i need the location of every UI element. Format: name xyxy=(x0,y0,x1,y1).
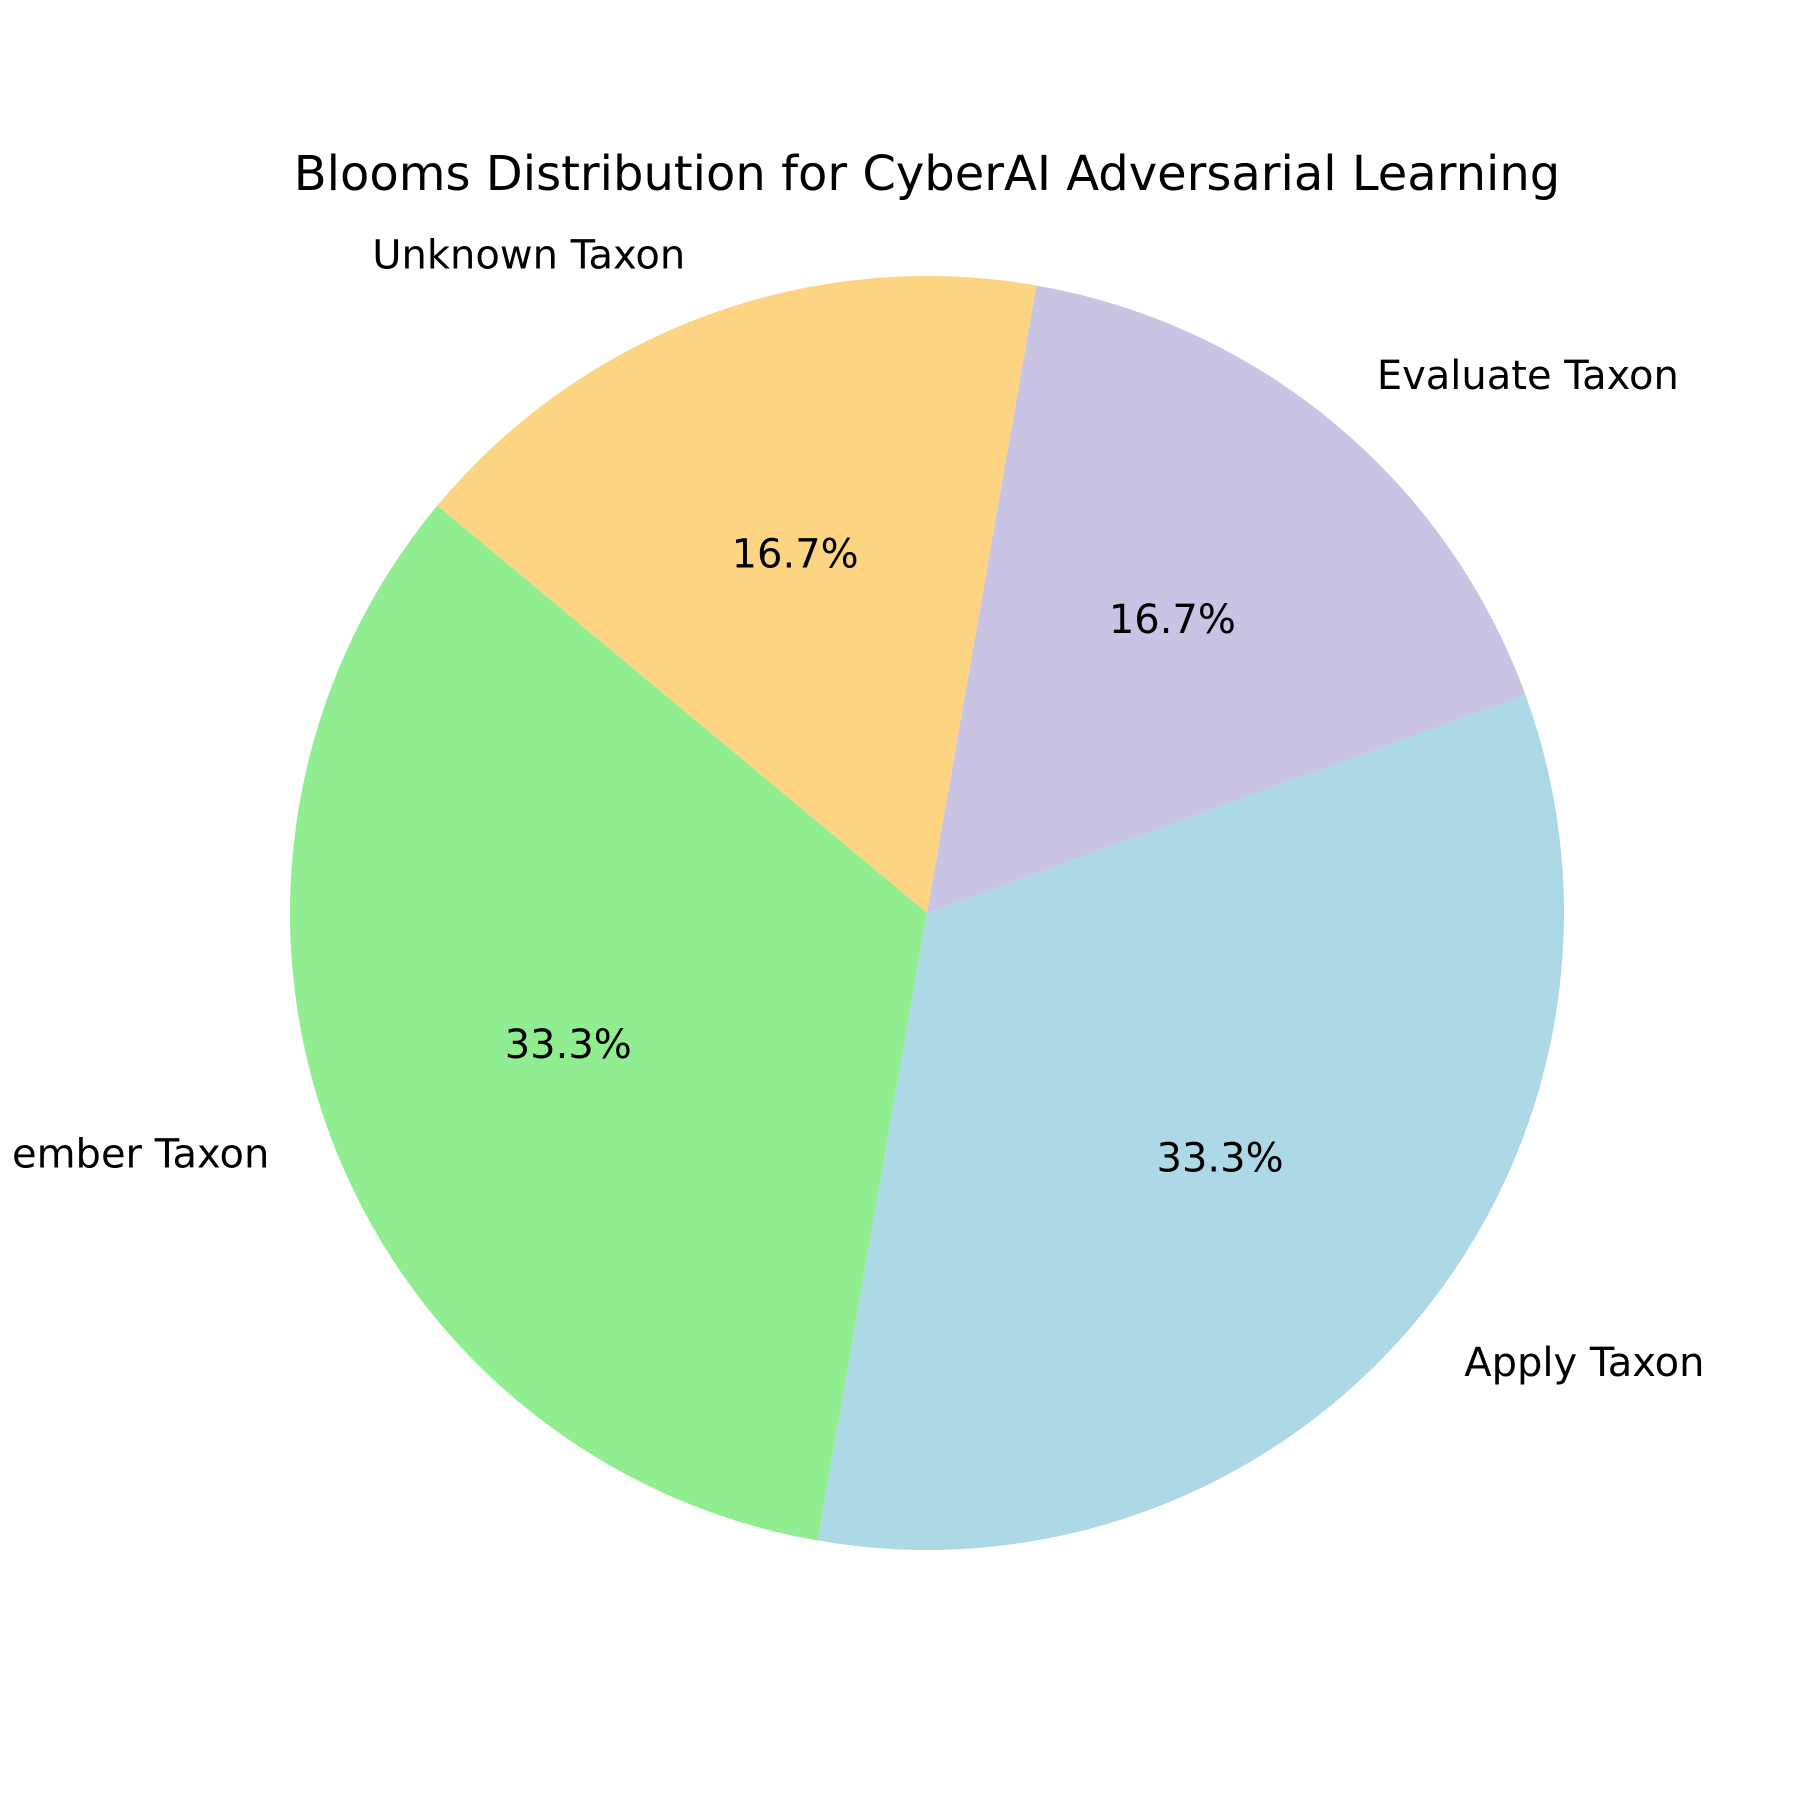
pie-category-label-2: ember Taxon xyxy=(12,1132,269,1178)
chart-title: Blooms Distribution for CyberAI Adversar… xyxy=(294,146,1561,202)
pie-category-label-0: Evaluate Taxon xyxy=(1377,353,1679,399)
pie-pct-label-3: 33.3% xyxy=(1157,1135,1284,1181)
pie-slices xyxy=(289,276,1565,1550)
pie-pct-label-1: 16.7% xyxy=(732,531,859,577)
pie-category-label-3: Apply Taxon xyxy=(1464,1340,1704,1386)
pie-category-label-1: Unknown Taxon xyxy=(372,232,685,278)
pie-pct-label-2: 33.3% xyxy=(505,1022,632,1068)
pie-chart: Blooms Distribution for CyberAI Adversar… xyxy=(12,146,1704,1550)
pie-pct-label-0: 16.7% xyxy=(1109,597,1236,643)
